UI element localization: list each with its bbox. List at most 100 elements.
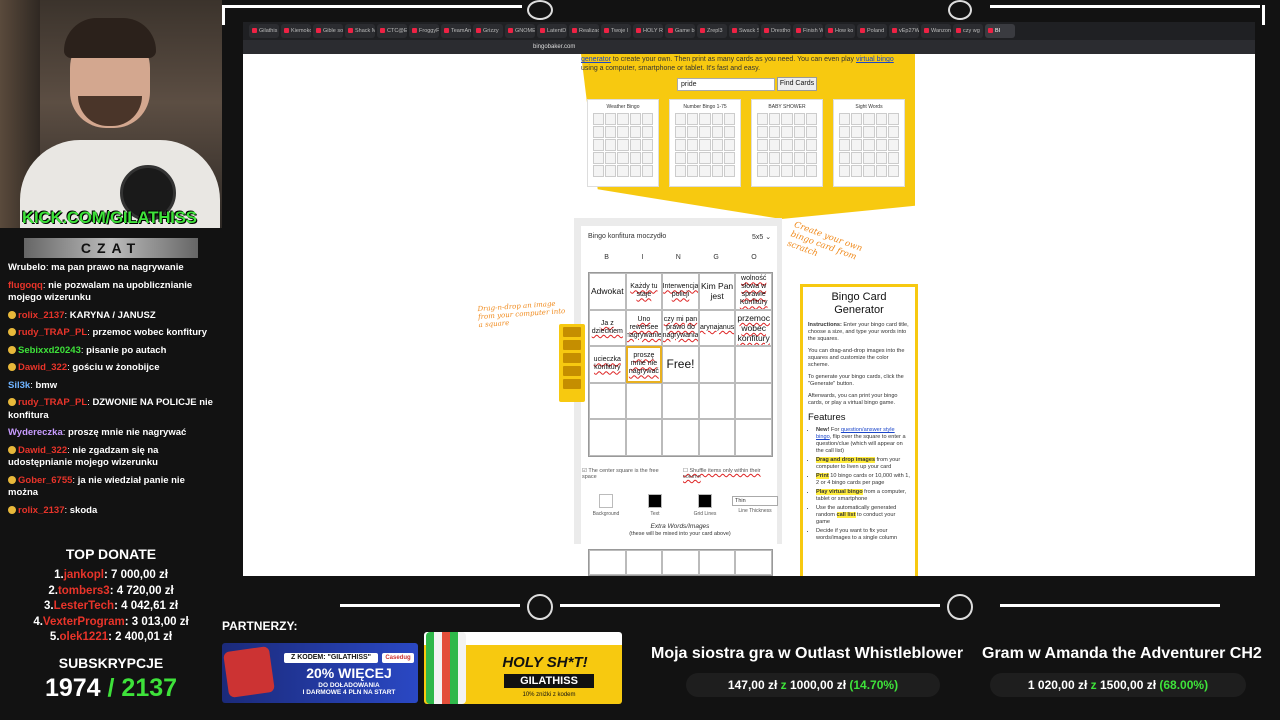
crosshair-icon <box>948 0 972 20</box>
bingo-square[interactable]: proszę mnie nie nagrywać <box>625 346 663 383</box>
sample-card-sight[interactable]: Sight Words <box>833 99 905 187</box>
find-cards-button[interactable]: Find Cards <box>777 77 817 91</box>
browser-tab[interactable]: Wanzon <box>921 24 951 38</box>
sample-card-square <box>711 113 723 125</box>
bingo-square[interactable] <box>625 382 663 420</box>
line-thickness-select[interactable]: Thin <box>732 496 778 506</box>
bingo-square[interactable] <box>662 419 699 456</box>
bingo-square[interactable]: Kim Pan jest <box>698 273 736 310</box>
ad2-code: GILATHISS <box>504 674 594 688</box>
image-tool-icon[interactable] <box>563 327 581 337</box>
browser-tab[interactable]: Game b <box>665 24 695 38</box>
bingo-square[interactable] <box>698 346 736 383</box>
bingo-square[interactable] <box>735 346 772 383</box>
sample-card-weather[interactable]: Weather Bingo <box>587 99 659 187</box>
browser-tab[interactable]: GNOME <box>505 24 535 38</box>
browser-tab[interactable]: Realizac <box>569 24 599 38</box>
browser-tab[interactable]: Finish W <box>793 24 823 38</box>
extra-words-title: Extra Words/Images <box>650 523 710 530</box>
card-size-select[interactable]: 5x5 ⌄ <box>752 233 780 241</box>
chat-username[interactable]: Dawid_322 <box>18 362 67 373</box>
grid-color-swatch[interactable] <box>698 494 712 508</box>
free-space-square[interactable]: Free! <box>662 346 699 383</box>
browser-tab[interactable]: czy wg <box>953 24 983 38</box>
sample-card-number[interactable]: Number Bingo 1-75 <box>669 99 741 187</box>
bingo-square[interactable]: przemoc wobec konfitury <box>735 309 772 347</box>
font-tool-icon[interactable] <box>563 340 581 350</box>
sample-card-square <box>887 152 899 164</box>
bingo-square[interactable]: Każdy tu staje <box>625 273 663 310</box>
bingo-square[interactable]: Interwencja policji <box>662 273 699 310</box>
square-toolbar[interactable] <box>559 324 585 402</box>
sample-card-square <box>851 165 863 177</box>
browser-tab[interactable]: Swack S <box>729 24 759 38</box>
browser-tab[interactable]: Drestho <box>761 24 791 38</box>
sample-card-grid <box>675 113 735 177</box>
browser-tab[interactable]: CTC@E <box>377 24 407 38</box>
browser-tab[interactable]: TeamAnn <box>441 24 471 38</box>
bingo-square[interactable] <box>735 419 772 456</box>
browser-tab[interactable]: FroggyF <box>409 24 439 38</box>
browser-tab[interactable]: BI <box>985 24 1015 38</box>
background-color-swatch[interactable] <box>599 494 613 508</box>
bingo-square[interactable] <box>589 419 626 456</box>
chat-username[interactable]: Dawid_322 <box>18 445 67 456</box>
browser-tab[interactable]: Zrepl3 <box>697 24 727 38</box>
bingo-square[interactable]: Ja z dzieckiem <box>589 309 626 347</box>
browser-tab[interactable]: vEp27W <box>889 24 919 38</box>
chat-username[interactable]: Wrubelo <box>8 262 46 273</box>
intro-text-1: to create your own. Then print as many c… <box>610 56 856 63</box>
donation-name: tombers3 <box>57 584 110 597</box>
url-text[interactable]: bingobaker.com <box>533 42 933 52</box>
chat-username[interactable]: rudy_TRAP_PL <box>18 397 87 408</box>
text-tool-icon[interactable] <box>563 353 581 363</box>
sample-card-baby[interactable]: BABY SHOWER <box>751 99 823 187</box>
browser-tab[interactable]: Twoje l <box>601 24 631 38</box>
sample-card-square <box>687 165 699 177</box>
browser-tab[interactable]: Gilathis <box>249 24 279 38</box>
chat-username[interactable]: Sil3k <box>8 380 30 391</box>
search-input[interactable]: pride <box>677 78 775 91</box>
chat-username[interactable]: Wydereczka <box>8 427 63 438</box>
browser-tab[interactable]: LatentD <box>537 24 567 38</box>
bingo-square[interactable]: wolność słowa w sprawie Konfitury <box>735 273 772 310</box>
chat-message: Wrubelo: ma pan prawo na nagrywanie <box>8 262 184 273</box>
bingo-square[interactable] <box>589 382 626 420</box>
card-title-input[interactable]: Bingo konfitura moczydło <box>588 233 738 240</box>
bingo-square[interactable]: czy mi pan prawo do nagrywania <box>662 309 699 347</box>
sample-card-square <box>617 152 629 164</box>
chat-username[interactable]: Sebixxd20243 <box>18 345 81 356</box>
browser-tab[interactable]: How ko <box>825 24 855 38</box>
generator-link[interactable]: generator <box>581 56 611 63</box>
chat-username[interactable]: Gober_6755 <box>18 475 72 486</box>
badge-icon <box>8 345 16 354</box>
bingo-square[interactable] <box>735 382 772 420</box>
browser-tab[interactable]: HOLY R <box>633 24 663 38</box>
sample-card-square <box>851 126 863 138</box>
bingo-square[interactable] <box>625 419 663 456</box>
virtual-bingo-link[interactable]: virtual bingo <box>856 56 894 63</box>
browser-tab[interactable]: Shack M <box>345 24 375 38</box>
bingo-square[interactable]: karynajanusz <box>698 309 736 347</box>
text-color-swatch[interactable] <box>648 494 662 508</box>
chat-username[interactable]: rolix_2137 <box>18 505 64 516</box>
browser-tab[interactable]: Poland <box>857 24 887 38</box>
chat-username[interactable]: flugoqq <box>8 280 43 291</box>
bingo-square[interactable] <box>698 382 736 420</box>
sample-card-square <box>675 126 687 138</box>
sample-card-square <box>863 152 875 164</box>
shuffle-checkbox[interactable]: ☐ Shuffle items only within their column <box>683 468 775 480</box>
browser-tab[interactable]: Kiemoko <box>281 24 311 38</box>
align-tool-icon[interactable] <box>563 366 581 376</box>
rotate-tool-icon[interactable] <box>563 379 581 389</box>
browser-tab[interactable]: Grizzy <box>473 24 503 38</box>
free-space-checkbox[interactable]: ☑ The center square is the free space <box>582 468 674 480</box>
bingo-square[interactable]: ucieczka konfitury <box>589 346 626 383</box>
bingo-square[interactable]: Uno rewersee nagrywanie <box>625 309 663 347</box>
browser-tab[interactable]: Gible so <box>313 24 343 38</box>
chat-username[interactable]: rudy_TRAP_PL <box>18 327 87 338</box>
bingo-square[interactable] <box>698 419 736 456</box>
bingo-square[interactable]: Adwokat <box>589 273 626 310</box>
bingo-square[interactable] <box>662 382 699 420</box>
chat-username[interactable]: rolix_2137 <box>18 310 64 321</box>
